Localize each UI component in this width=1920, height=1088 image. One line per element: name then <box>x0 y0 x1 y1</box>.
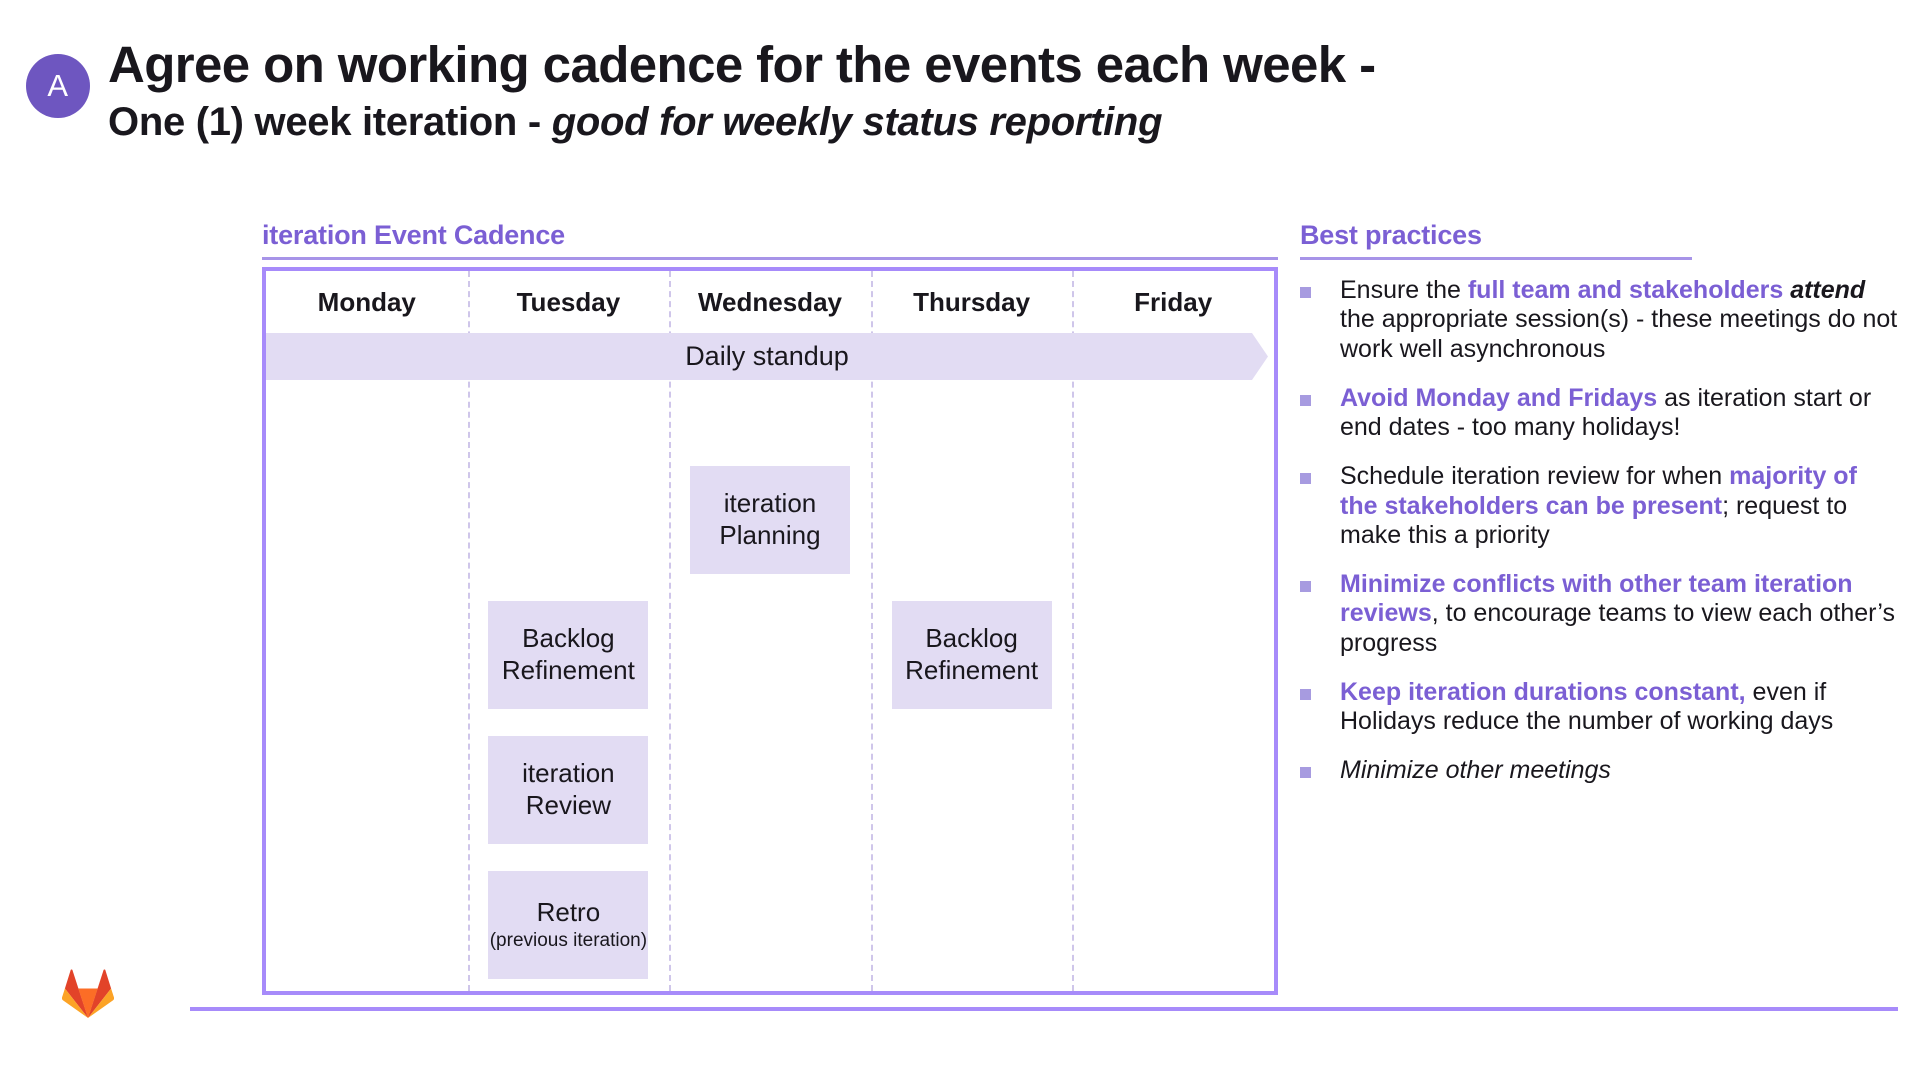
event-chip-label: Backlog Refinement <box>501 623 635 685</box>
day-header-monday: Monday <box>317 286 416 317</box>
event-chip: Backlog Refinement <box>891 601 1052 709</box>
day-header-row: Monday Tuesday Wednesday Thursday Friday <box>266 271 1274 333</box>
event-chip-sublabel: (previous iteration) <box>489 929 648 951</box>
bullet-square-icon <box>1300 688 1311 700</box>
subtitle-italic: good for weekly status reporting <box>551 100 1163 145</box>
cadence-panel: iteration Event Cadence Monday Tuesday Wed… <box>262 220 1278 995</box>
event-chip-label: Backlog Refinement <box>905 623 1039 685</box>
cadence-heading-rule <box>262 257 1278 260</box>
cadence-heading: iteration Event Cadence <box>262 220 565 250</box>
page-subtitle: One (1) week iteration - good for weekly… <box>108 99 1868 145</box>
title-block: Agree on working cadence for the events … <box>108 36 1868 145</box>
best-practice-item: Minimize other meetings <box>1300 756 1900 785</box>
day-header-thursday: Thursday <box>913 286 1031 317</box>
daily-standup-banner: Daily standup <box>266 333 1268 380</box>
day-header-wednesday: Wednesday <box>697 286 842 317</box>
event-chip-label: iteration Review <box>522 758 615 820</box>
section-badge: A <box>26 54 90 118</box>
bullet-square-icon <box>1300 473 1311 485</box>
best-practice-text: Avoid Monday and Fridays <box>1340 383 1658 412</box>
event-chip: Retro (previous iteration) <box>488 871 649 979</box>
event-chip: Backlog Refinement <box>488 601 649 709</box>
best-practice-item: Avoid Monday and Fridays as iteration st… <box>1300 384 1900 443</box>
best-practice-text: Keep iteration durations constant, <box>1340 677 1746 706</box>
best-practice-item: Keep iteration durations constant, even … <box>1300 678 1900 737</box>
bullet-square-icon <box>1300 767 1311 779</box>
bullet-square-icon <box>1300 581 1311 592</box>
event-chip: iteration Review <box>488 736 649 844</box>
best-practice-text: Ensure the <box>1340 276 1468 304</box>
best-practices-heading-rule <box>1300 257 1692 260</box>
bullet-square-icon <box>1300 394 1311 406</box>
day-header-friday: Friday <box>1134 286 1213 317</box>
slide-header: A Agree on working cadence for the event… <box>0 0 1920 180</box>
day-header-tuesday: Tuesday <box>516 286 621 317</box>
event-chip-label: Retro <box>536 897 601 928</box>
best-practice-text: Schedule iteration review for when <box>1340 462 1730 491</box>
best-practices-heading: Best practices <box>1300 220 1482 250</box>
best-practice-text: Minimize other meetings <box>1340 756 1611 785</box>
best-practices-panel: Best practices Ensure the full team and … <box>1300 220 1900 806</box>
event-chip: iteration Planning <box>690 466 850 574</box>
best-practice-text: the appropriate session(s) - these meeti… <box>1340 305 1898 363</box>
best-practice-text: full team and stakeholders <box>1467 276 1791 304</box>
cadence-grid: Monday Tuesday Wednesday Thursday Friday Dai… <box>262 267 1278 995</box>
subtitle-plain: One (1) week iteration - <box>108 100 552 145</box>
bullet-square-icon <box>1300 287 1311 298</box>
page-title: Agree on working cadence for the events … <box>108 36 1376 93</box>
best-practice-item: Minimize conflicts with other team itera… <box>1300 570 1900 658</box>
best-practice-item: Ensure the full team and stakeholders at… <box>1300 276 1900 364</box>
footer-rule <box>190 1007 1898 1011</box>
event-chip-label: iteration Planning <box>719 488 821 550</box>
gitlab-logo <box>61 968 115 1018</box>
best-practice-text: attend <box>1790 276 1866 304</box>
best-practice-item: Schedule iteration review for when major… <box>1300 462 1900 550</box>
best-practices-list: Ensure the full team and stakeholders at… <box>1300 276 1900 786</box>
